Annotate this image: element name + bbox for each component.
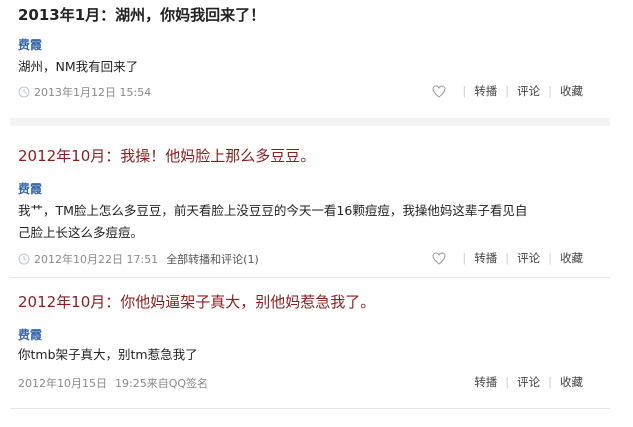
divider: | [548,375,552,389]
post-2: 2012年10月：我操！他妈脸上那么多豆豆。 费霞 我艹，TM脸上怎么多豆豆，前… [0,134,633,274]
favorite-button[interactable]: 收藏 [560,83,583,99]
divider: | [505,375,510,389]
divider: | [548,84,552,98]
divider: | [462,84,467,98]
post-author[interactable]: 费霞 [18,180,42,197]
all-reposts-link[interactable]: 全部转播和评论(1) [166,251,259,267]
post-headline: 2013年1月：湖州，你妈我回来了！ [18,6,266,24]
post-time[interactable]: 2012年10月15日 [18,375,107,391]
post-time[interactable]: 2012年10月22日 17:51 [34,251,158,267]
post-1: 2013年1月：湖州，你妈我回来了！ 费霞 湖州，NM我有回来了 2013年1月… [0,0,633,110]
post-content: 你tmb架子真大，别tm惹急我了 [18,347,198,362]
like-heart-icon[interactable] [432,84,446,98]
post-time[interactable]: 2013年1月12日 15:54 [34,84,151,100]
clock-icon [18,86,30,98]
comment-button[interactable]: 评论 [517,83,540,99]
separator [10,118,610,126]
divider: | [505,251,510,265]
post-actions: 转播 | 评论 | 收藏 [474,374,583,390]
divider: | [462,251,467,265]
post-headline: 2012年10月：我操！他妈脸上那么多豆豆。 [18,147,316,165]
post-meta: 2013年1月12日 15:54 [18,84,151,100]
repost-button[interactable]: 转播 [474,374,497,390]
post-meta: 2012年10月22日 17:51 全部转播和评论(1) [18,251,259,267]
separator [10,408,610,409]
post-content-line: 我艹，TM脸上怎么多豆豆，前天看脸上没豆豆的今天一看16颗痘痘，我操他妈这辈子看… [18,203,528,218]
clock-icon [18,253,30,265]
divider: | [505,84,510,98]
post-headline: 2012年10月：你他妈逼架子真大，别他妈惹急我了。 [18,293,376,311]
repost-button[interactable]: 转播 [474,83,497,99]
post-author[interactable]: 费霞 [18,326,42,343]
comment-button[interactable]: 评论 [517,250,540,266]
post-author[interactable]: 费霞 [18,36,42,53]
favorite-button[interactable]: 收藏 [560,374,583,390]
post-meta: 2012年10月15日 19:25来自QQ签名 [18,375,208,391]
post-source: 19:25来自QQ签名 [115,377,209,390]
separator [10,277,610,278]
repost-button[interactable]: 转播 [474,250,497,266]
divider: | [548,251,552,265]
comment-button[interactable]: 评论 [517,374,540,390]
post-actions: | 转播 | 评论 | 收藏 [432,250,583,266]
post-content: 湖州，NM我有回来了 [18,59,139,74]
favorite-button[interactable]: 收藏 [560,250,583,266]
post-content: 我艹，TM脸上怎么多豆豆，前天看脸上没豆豆的今天一看16颗痘痘，我操他妈这辈子看… [18,200,578,244]
like-heart-icon[interactable] [432,251,446,265]
post-actions: | 转播 | 评论 | 收藏 [432,83,583,99]
post-content-line: 己脸上长这么多痘痘。 [18,225,144,240]
post-3: 2012年10月：你他妈逼架子真大，别他妈惹急我了。 费霞 你tmb架子真大，别… [0,284,633,414]
